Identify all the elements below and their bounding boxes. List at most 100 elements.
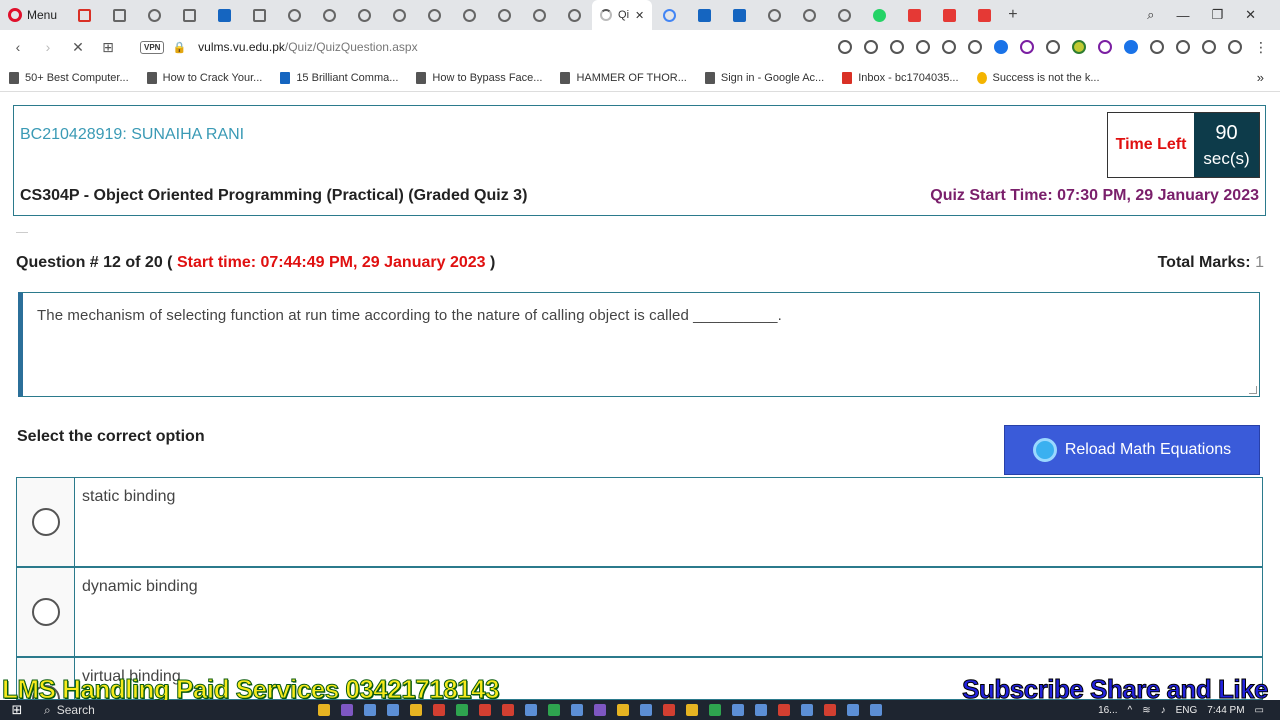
bookmark-item[interactable]: How to Crack Your... xyxy=(138,71,272,84)
taskbar-app-icon[interactable] xyxy=(387,704,399,716)
tab-icon[interactable] xyxy=(463,8,477,22)
volume-icon[interactable]: ♪ xyxy=(1161,705,1166,716)
browser-menu-button[interactable]: Menu xyxy=(0,0,67,30)
tab-icon[interactable] xyxy=(148,8,162,22)
tab-icon[interactable] xyxy=(533,8,547,22)
taskbar-app-icon[interactable] xyxy=(318,704,330,716)
bookmark-item[interactable]: HAMMER OF THOR... xyxy=(551,71,695,84)
tray-chevron-icon[interactable]: ^ xyxy=(1128,705,1133,716)
tab-whatsapp-icon[interactable] xyxy=(873,8,887,22)
bookmark-item[interactable]: 50+ Best Computer... xyxy=(0,71,138,84)
taskbar-app-icon[interactable] xyxy=(456,704,468,716)
tab-icon[interactable] xyxy=(253,8,267,22)
tab-pdf-icon[interactable] xyxy=(978,8,992,22)
question-textarea[interactable]: The mechanism of selecting function at r… xyxy=(18,292,1260,397)
clock-time[interactable]: 7:44 PM xyxy=(1207,705,1244,716)
download-icon[interactable] xyxy=(1228,40,1242,54)
wifi-icon[interactable]: ≋ xyxy=(1142,705,1150,716)
tab-icon[interactable] xyxy=(568,8,582,22)
tab-youtube-icon[interactable] xyxy=(943,8,957,22)
send-icon[interactable] xyxy=(942,40,956,54)
option-radio-cell[interactable] xyxy=(17,478,75,566)
close-window-icon[interactable]: ✕ xyxy=(1245,7,1256,23)
bookmark-item[interactable]: Sign in - Google Ac... xyxy=(696,71,833,84)
block-icon[interactable] xyxy=(916,40,930,54)
extension-icon[interactable] xyxy=(1150,40,1164,54)
option-radio-cell[interactable] xyxy=(17,568,75,656)
tab-icon[interactable] xyxy=(838,8,852,22)
tab-icon[interactable] xyxy=(358,8,372,22)
taskbar-app-icon[interactable] xyxy=(755,704,767,716)
tab-icon[interactable] xyxy=(323,8,337,22)
taskbar-app-icon[interactable] xyxy=(341,704,353,716)
extension-icon[interactable] xyxy=(1124,40,1138,54)
taskbar-app-icon[interactable] xyxy=(709,704,721,716)
extension-icon[interactable] xyxy=(1020,40,1034,54)
tab-search-icon[interactable]: ⌕ xyxy=(1147,7,1154,23)
taskbar-app-icon[interactable] xyxy=(410,704,422,716)
option-row[interactable]: static binding xyxy=(16,477,1263,567)
tab-google-icon[interactable] xyxy=(663,8,677,22)
minimize-icon[interactable]: — xyxy=(1176,8,1189,23)
weather-text[interactable]: 16... xyxy=(1098,705,1117,716)
more-menu-icon[interactable]: ⋮ xyxy=(1254,39,1268,56)
taskbar-app-icon[interactable] xyxy=(847,704,859,716)
stop-loading-icon[interactable]: ✕ xyxy=(66,39,90,56)
taskbar-app-icon[interactable] xyxy=(640,704,652,716)
tab-icon[interactable] xyxy=(393,8,407,22)
lock-icon[interactable]: 🔒 xyxy=(172,41,186,54)
bookmarks-overflow-icon[interactable]: » xyxy=(1257,70,1280,85)
taskbar-app-icon[interactable] xyxy=(801,704,813,716)
bookmark-item[interactable]: Inbox - bc1704035... xyxy=(833,71,967,84)
tab-icon[interactable] xyxy=(288,8,302,22)
bookmark-item[interactable]: Success is not the k... xyxy=(968,71,1109,84)
taskbar-app-icon[interactable] xyxy=(364,704,376,716)
language-indicator[interactable]: ENG xyxy=(1176,705,1198,716)
taskbar-app-icon[interactable] xyxy=(870,704,882,716)
option-row[interactable]: dynamic binding xyxy=(16,567,1263,657)
restore-icon[interactable]: ❐ xyxy=(1211,7,1223,23)
taskbar-app-icon[interactable] xyxy=(548,704,560,716)
taskbar-app-icon[interactable] xyxy=(617,704,629,716)
tab-vu-icon[interactable] xyxy=(733,8,747,22)
taskbar-app-icon[interactable] xyxy=(663,704,675,716)
cube-icon[interactable] xyxy=(1176,40,1190,54)
taskbar-app-icon[interactable] xyxy=(824,704,836,716)
back-icon[interactable]: ‹ xyxy=(6,39,30,55)
tab-icon[interactable] xyxy=(498,8,512,22)
url-field[interactable]: vulms.vu.edu.pk/Quiz/QuizQuestion.aspx xyxy=(198,40,417,54)
option-radio[interactable] xyxy=(31,508,60,536)
tab-icon[interactable] xyxy=(803,8,817,22)
tab-youtube-icon[interactable] xyxy=(908,8,922,22)
taskbar-app-icon[interactable] xyxy=(525,704,537,716)
tab-icon[interactable] xyxy=(428,8,442,22)
extension-icon[interactable] xyxy=(994,40,1008,54)
taskbar-app-icon[interactable] xyxy=(433,704,445,716)
taskbar-app-icon[interactable] xyxy=(686,704,698,716)
tab-icon[interactable] xyxy=(183,8,197,22)
windows-start-icon[interactable]: ⊞ xyxy=(0,702,34,718)
taskbar-app-icon[interactable] xyxy=(778,704,790,716)
active-tab[interactable]: Qi ✕ xyxy=(592,0,653,30)
camera-icon[interactable] xyxy=(890,40,904,54)
taskbar-app-icon[interactable] xyxy=(479,704,491,716)
resize-handle-icon[interactable] xyxy=(1249,386,1257,394)
notifications-icon[interactable]: ▭ xyxy=(1255,705,1264,716)
tab-icon[interactable] xyxy=(768,8,782,22)
forward-icon[interactable]: › xyxy=(36,39,60,55)
tab-r-icon[interactable] xyxy=(113,8,127,22)
close-tab-icon[interactable]: ✕ xyxy=(635,9,644,22)
bookmark-item[interactable]: 15 Brilliant Comma... xyxy=(271,71,407,84)
reload-math-button[interactable]: Reload Math Equations xyxy=(1004,425,1260,475)
extension-icon[interactable] xyxy=(1046,40,1060,54)
taskbar-app-icon[interactable] xyxy=(502,704,514,716)
new-tab-icon[interactable]: + xyxy=(1008,6,1017,24)
extension-icon[interactable] xyxy=(1098,40,1112,54)
vpn-badge[interactable]: VPN xyxy=(140,40,165,54)
tab-gmail-icon[interactable] xyxy=(78,8,92,22)
heart-icon[interactable] xyxy=(968,40,982,54)
taskbar-app-icon[interactable] xyxy=(594,704,606,716)
taskbar-app-icon[interactable] xyxy=(571,704,583,716)
tabs-grid-icon[interactable]: ⊞ xyxy=(96,39,120,56)
edit-icon[interactable] xyxy=(864,40,878,54)
